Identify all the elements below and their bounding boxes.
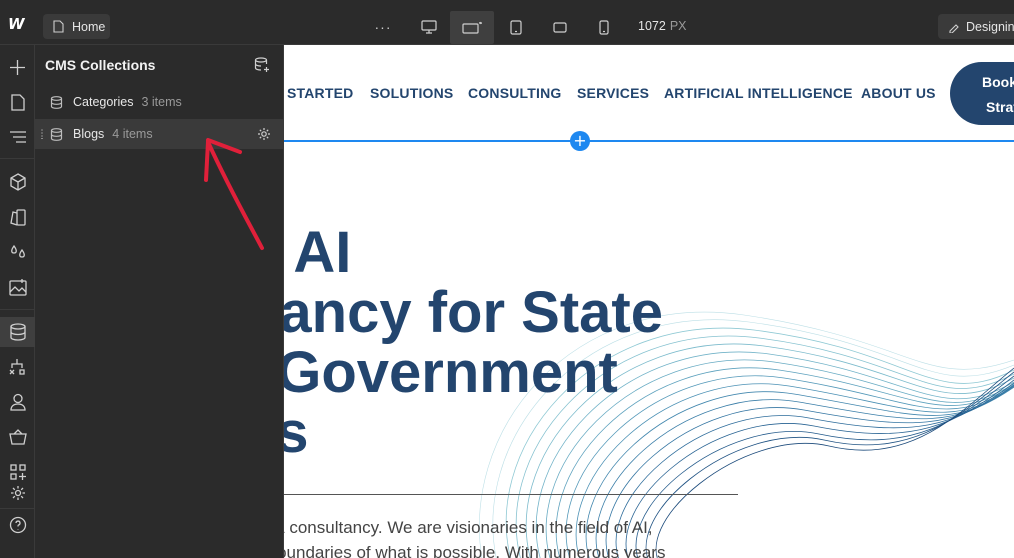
designer-mode-label: Designing — [966, 19, 1014, 34]
nav-link[interactable]: ABOUT US — [861, 85, 936, 101]
settings-gear-icon[interactable] — [0, 478, 35, 508]
hero-heading[interactable]: g AI ltancy for State l Government es — [284, 223, 1014, 463]
styles-icon[interactable] — [0, 202, 35, 232]
logic-icon[interactable] — [0, 352, 35, 382]
nav-link[interactable]: SOLUTIONS — [370, 85, 453, 101]
canvas-width-readout[interactable]: 1072 PX — [638, 19, 687, 33]
collection-settings-gear-icon[interactable] — [257, 127, 271, 141]
webflow-designer: W Home ··· 1072PX Designing — [0, 0, 1014, 558]
hero-line: ltancy for State — [284, 280, 663, 345]
collection-name: Categories — [73, 95, 134, 109]
rail-divider — [0, 508, 35, 509]
collection-count: 3 items — [141, 95, 182, 109]
intro-paragraph[interactable]: just a consultancy. We are visionaries i… — [284, 515, 1014, 558]
more-options-button[interactable]: ··· — [372, 12, 394, 42]
cms-collections-panel: CMS Collections Categories 3 items Blogs… — [35, 45, 284, 558]
nav-link[interactable]: ARTIFICIAL INTELLIGENCE — [664, 85, 853, 101]
design-canvas[interactable]: STARTED SOLUTIONS CONSULTING SERVICES AR… — [284, 45, 1014, 558]
pages-icon[interactable] — [0, 87, 35, 117]
variables-icon[interactable] — [0, 237, 35, 267]
hero-divider — [284, 494, 738, 495]
brush-icon — [949, 23, 959, 33]
add-section-plus-icon[interactable]: + — [570, 131, 590, 151]
designer-mode-button[interactable]: Designing — [938, 14, 1014, 39]
paragraph-line: just a consultancy. We are visionaries i… — [284, 518, 653, 537]
help-icon[interactable] — [0, 510, 35, 540]
canvas-width-value: 1072 — [638, 19, 666, 33]
ecommerce-icon[interactable] — [0, 422, 35, 452]
nav-link[interactable]: CONSULTING — [468, 85, 562, 101]
hero-line: g AI — [284, 220, 352, 285]
paragraph-line: he boundaries of what is possible. With … — [284, 543, 666, 558]
cta-line: Strat — [986, 99, 1014, 115]
book-strategy-button[interactable]: Book Strat — [950, 62, 1014, 125]
nav-link[interactable]: STARTED — [287, 85, 353, 101]
breakpoint-desktop-icon[interactable] — [414, 12, 444, 42]
breakpoint-mobile-icon[interactable] — [590, 12, 618, 42]
add-elements-icon[interactable] — [0, 52, 35, 82]
nav-link[interactable]: SERVICES — [577, 85, 649, 101]
cta-line: Book — [982, 74, 1014, 90]
left-icon-rail — [0, 45, 35, 558]
collection-item-blogs[interactable]: Blogs 4 items — [35, 119, 284, 149]
selection-outline — [284, 140, 1014, 142]
navigator-icon[interactable] — [0, 122, 35, 152]
page-selector-label: Home — [72, 19, 106, 34]
page-icon — [53, 20, 64, 33]
collection-name: Blogs — [73, 127, 105, 141]
breakpoint-tablet-icon[interactable] — [502, 12, 530, 42]
rail-divider — [0, 158, 35, 159]
hero-line: es — [284, 400, 309, 465]
panel-title: CMS Collections — [45, 57, 156, 73]
top-toolbar: W Home ··· 1072PX Designing — [0, 0, 1014, 45]
site-navbar: STARTED SOLUTIONS CONSULTING SERVICES AR… — [284, 45, 1014, 141]
users-icon[interactable] — [0, 387, 35, 417]
rail-divider — [0, 309, 35, 310]
cms-collections-icon[interactable] — [0, 317, 35, 347]
assets-icon[interactable] — [0, 272, 35, 302]
collection-item-categories[interactable]: Categories 3 items — [35, 87, 284, 117]
components-icon[interactable] — [0, 167, 35, 197]
breakpoint-base-icon[interactable] — [450, 11, 494, 44]
drag-handle-icon[interactable] — [40, 129, 44, 139]
canvas-width-unit: PX — [669, 19, 687, 33]
page-selector[interactable]: Home — [43, 14, 110, 39]
collection-count: 4 items — [112, 127, 153, 141]
database-icon — [50, 127, 63, 141]
hero-line: l Government — [284, 340, 618, 405]
database-icon — [50, 95, 63, 109]
breakpoint-mobile-landscape-icon[interactable] — [546, 12, 574, 42]
webflow-logo-icon[interactable]: W — [8, 15, 30, 33]
add-collection-icon[interactable] — [254, 57, 270, 73]
